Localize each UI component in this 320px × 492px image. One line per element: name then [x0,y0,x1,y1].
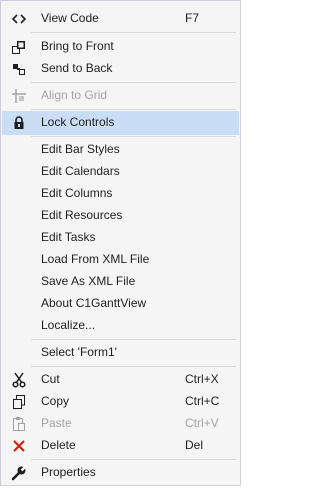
menu-item-shortcut: Ctrl+X [185,372,219,386]
context-menu: View Code F7 Bring to Front Send to Back… [0,0,241,486]
menu-item-about[interactable]: About C1GanttView [3,293,238,315]
menu-item-cut[interactable]: Cut Ctrl+X [3,369,238,391]
menu-item-edit-calendars[interactable]: Edit Calendars [3,161,238,183]
menu-separator [31,32,236,33]
menu-item-label: Align to Grid [41,88,108,102]
menu-item-properties[interactable]: Properties [3,462,238,484]
menu-item-delete[interactable]: Delete Del [3,435,238,457]
menu-item-label: Cut [41,372,60,386]
menu-item-edit-bar-styles[interactable]: Edit Bar Styles [3,139,238,161]
menu-item-label: Delete [41,438,76,452]
menu-item-label: Edit Bar Styles [41,142,120,156]
menu-item-label: Lock Controls [41,115,115,129]
menu-separator [31,366,236,367]
menu-item-label: Properties [41,465,96,479]
menu-item-label: Edit Resources [41,208,123,222]
menu-item-select-form[interactable]: Select 'Form1' [3,342,238,364]
code-icon [11,11,27,27]
menu-item-paste: Paste Ctrl+V [3,413,238,435]
bring-to-front-icon [11,39,27,55]
menu-item-label: Bring to Front [41,39,114,53]
menu-item-bring-to-front[interactable]: Bring to Front [3,36,238,58]
menu-item-label: Edit Columns [41,186,113,200]
menu-item-align-to-grid: Align to Grid [3,85,238,107]
menu-item-localize[interactable]: Localize... [3,315,238,337]
menu-item-load-from-xml[interactable]: Load From XML File [3,249,238,271]
menu-item-label: Localize... [41,318,96,332]
menu-item-label: Select 'Form1' [41,345,117,359]
menu-item-label: Copy [41,394,70,408]
send-to-back-icon [11,61,27,77]
menu-item-label: About C1GanttView [41,296,147,310]
menu-separator [31,339,236,340]
copy-icon [11,394,27,410]
delete-icon [11,438,27,454]
wrench-icon [11,465,27,481]
menu-item-shortcut: Ctrl+C [185,394,220,408]
lock-icon [11,115,27,131]
menu-item-label: Paste [41,416,72,430]
menu-item-label: Save As XML File [41,274,136,288]
menu-item-label: View Code [41,11,99,25]
menu-item-edit-resources[interactable]: Edit Resources [3,205,238,227]
menu-item-save-as-xml[interactable]: Save As XML File [3,271,238,293]
menu-item-edit-tasks[interactable]: Edit Tasks [3,227,238,249]
menu-separator [31,82,236,83]
align-to-grid-icon [11,88,27,104]
menu-item-label: Load From XML File [41,252,150,266]
menu-item-label: Edit Calendars [41,164,120,178]
menu-item-shortcut: Del [185,438,204,452]
menu-item-copy[interactable]: Copy Ctrl+C [3,391,238,413]
menu-item-lock-controls[interactable]: Lock Controls [2,111,239,135]
paste-icon [11,416,27,432]
menu-item-label: Send to Back [41,61,113,75]
menu-item-view-code[interactable]: View Code F7 [3,8,238,30]
menu-item-send-to-back[interactable]: Send to Back [3,58,238,80]
menu-item-label: Edit Tasks [41,230,96,244]
menu-item-edit-columns[interactable]: Edit Columns [3,183,238,205]
scissors-icon [11,372,27,388]
menu-item-shortcut: Ctrl+V [185,416,219,430]
menu-item-shortcut: F7 [185,11,200,25]
menu-separator [31,136,236,137]
menu-separator [31,109,236,110]
menu-separator [31,459,236,460]
